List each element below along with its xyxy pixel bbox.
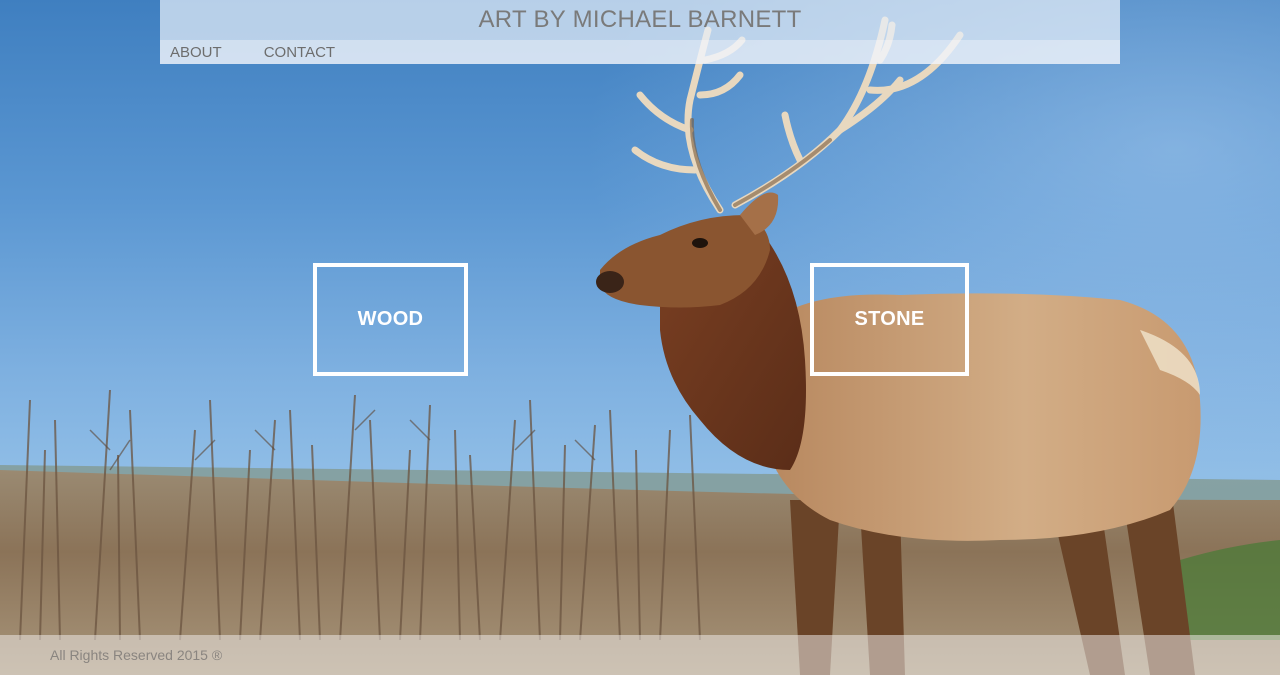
page: ART BY MICHAEL BARNETT ABOUT CONTACT WOO…	[0, 0, 1280, 675]
stone-category-button[interactable]: STONE	[810, 263, 969, 376]
copyright-text: All Rights Reserved 2015 ®	[50, 647, 223, 663]
nav-about-link[interactable]: ABOUT	[170, 44, 222, 61]
nav-bar: ABOUT CONTACT	[160, 40, 1120, 64]
hero-image	[0, 16, 1280, 675]
stone-category-label: STONE	[854, 308, 925, 330]
nav-contact-link[interactable]: CONTACT	[264, 44, 335, 61]
title-bar: ART BY MICHAEL BARNETT	[160, 0, 1120, 40]
site-footer: All Rights Reserved 2015 ®	[0, 635, 1280, 675]
site-header: ART BY MICHAEL BARNETT ABOUT CONTACT	[160, 0, 1120, 64]
site-title[interactable]: ART BY MICHAEL BARNETT	[478, 6, 801, 34]
wood-category-button[interactable]: WOOD	[313, 263, 468, 376]
wood-category-label: WOOD	[357, 308, 424, 330]
